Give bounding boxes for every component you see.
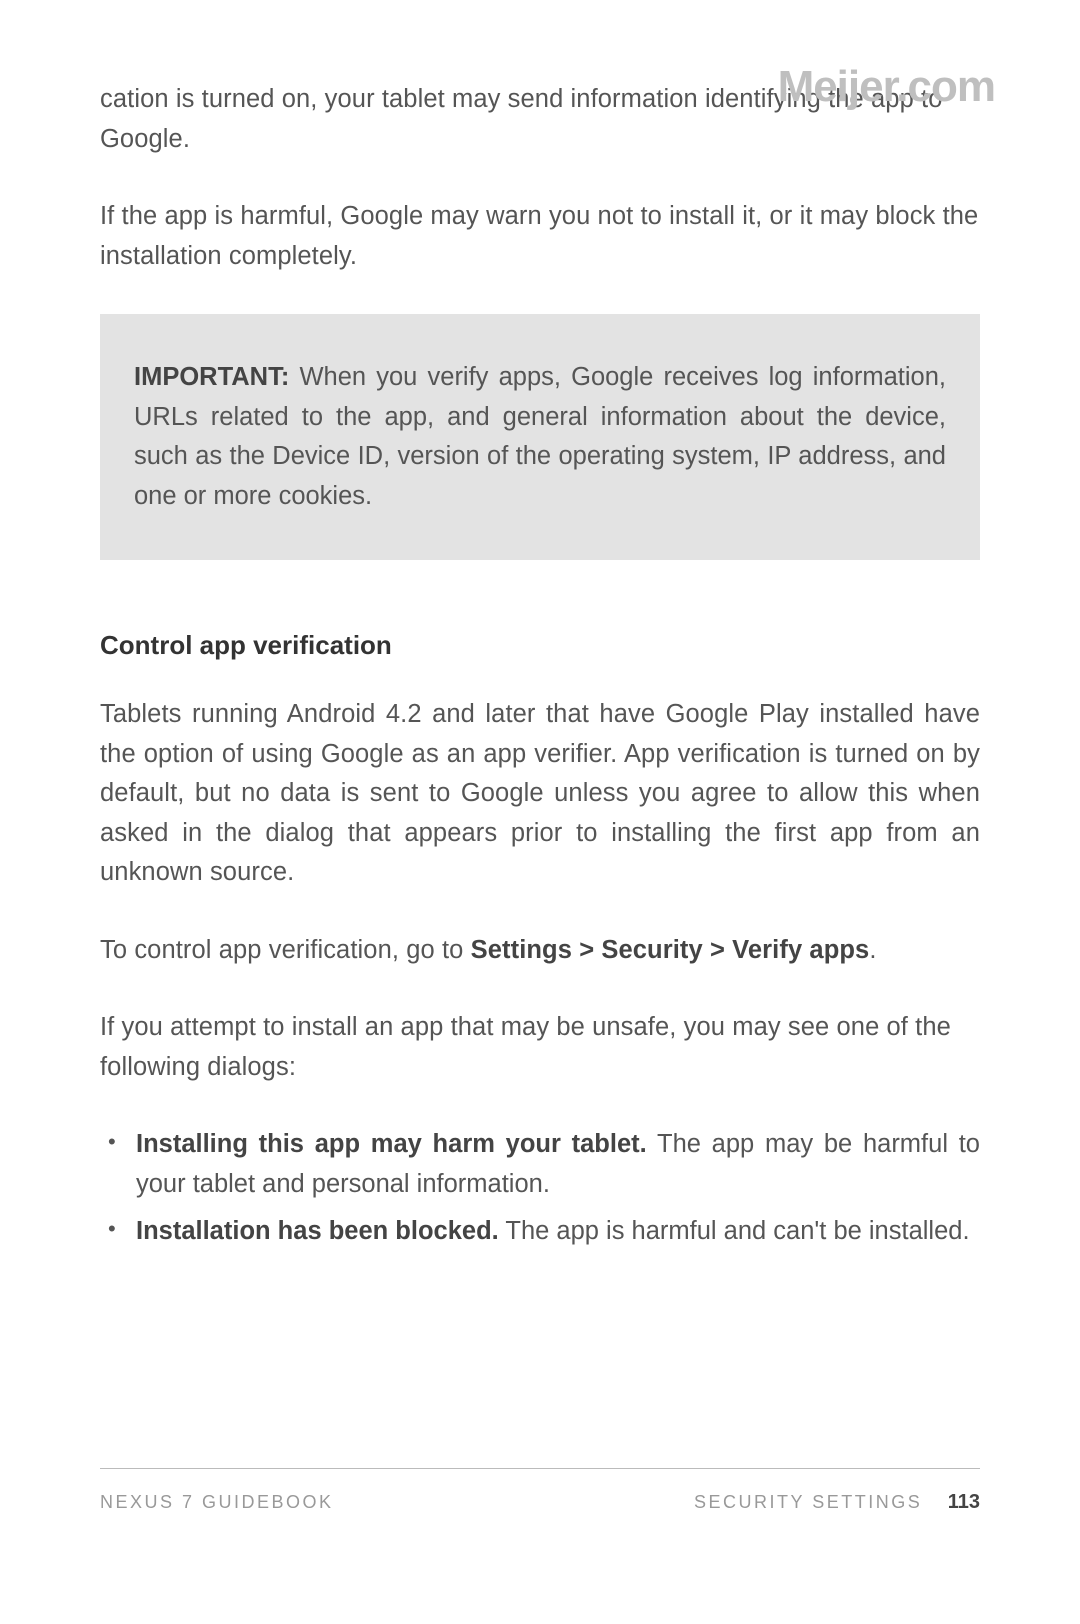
page-number: 113: [948, 1491, 980, 1513]
important-callout: IMPORTANT: When you verify apps, Google …: [100, 314, 980, 560]
body-paragraph: If you attempt to install an app that ma…: [100, 1008, 980, 1087]
settings-path: Settings > Security > Verify apps: [471, 936, 870, 964]
list-item: Installation has been blocked. The app i…: [136, 1212, 980, 1252]
body-paragraph: Tablets running Android 4.2 and later th…: [100, 695, 980, 893]
text-run: To control app verification, go to: [100, 936, 471, 964]
footer-section: SECURITY SETTINGS 113: [694, 1491, 980, 1514]
callout-text: IMPORTANT: When you verify apps, Google …: [134, 358, 946, 516]
footer-section-label: SECURITY SETTINGS: [694, 1492, 922, 1512]
section-heading: Control app verification: [100, 630, 980, 661]
text-run: .: [869, 936, 876, 964]
callout-label: IMPORTANT:: [134, 363, 289, 391]
footer-book-title: NEXUS 7 GUIDEBOOK: [100, 1492, 334, 1513]
page-footer: NEXUS 7 GUIDEBOOK SECURITY SETTINGS 113: [100, 1468, 980, 1514]
bullet-rest: The app is harmful and can't be installe…: [499, 1217, 970, 1245]
bullet-strong: Installation has been blocked.: [136, 1217, 499, 1245]
body-paragraph: To control app verification, go to Setti…: [100, 931, 980, 971]
document-page: Meijer.com cation is turned on, your tab…: [0, 0, 1080, 1624]
dialog-list: Installing this app may harm your tablet…: [100, 1125, 980, 1252]
watermark-text: Meijer.com: [778, 62, 995, 112]
body-paragraph: If the app is harmful, Google may warn y…: [100, 197, 980, 276]
list-item: Installing this app may harm your tablet…: [136, 1125, 980, 1204]
bullet-strong: Installing this app may harm your tablet…: [136, 1130, 647, 1158]
